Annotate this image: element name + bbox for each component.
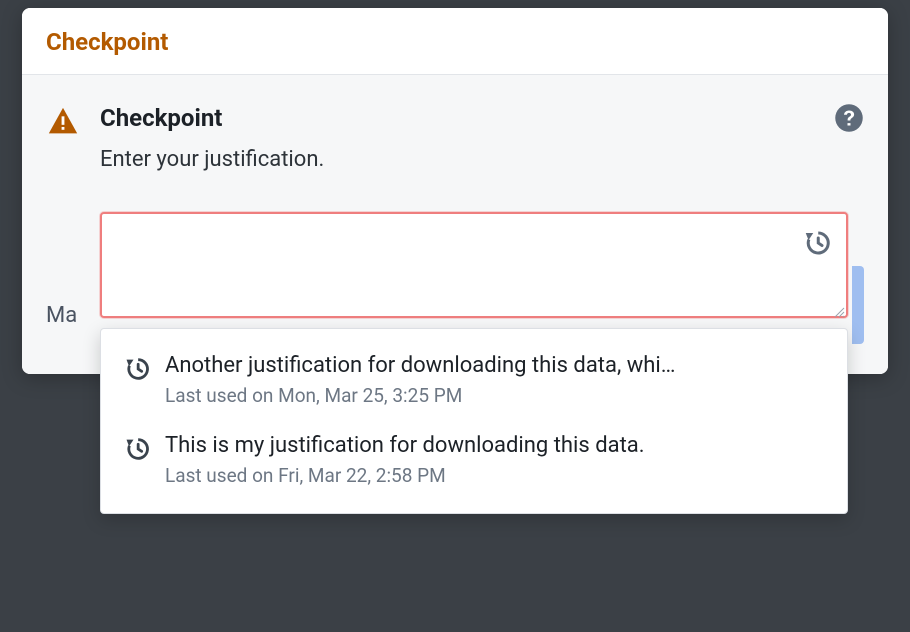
history-item-timestamp: Last used on Fri, Mar 22, 2:58 PM [165,464,825,487]
history-dropdown: Another justification for downloading th… [100,328,848,514]
justification-textarea-wrap [100,212,848,322]
obscured-label: Ma [46,303,77,328]
history-item-timestamp: Last used on Mon, Mar 25, 3:25 PM [165,384,825,407]
modal-title: Checkpoint [46,28,864,56]
justification-textarea[interactable] [100,212,848,318]
body-subtitle: Enter your justification. [100,147,864,172]
history-item-text: Another justification for downloading th… [165,353,825,378]
history-item[interactable]: Another justification for downloading th… [101,341,847,421]
warning-triangle-icon [46,105,80,139]
help-icon[interactable] [834,103,864,133]
modal-header: Checkpoint [22,8,888,75]
history-icon[interactable] [802,228,832,258]
history-icon [123,355,151,383]
submit-button[interactable] [852,266,864,344]
modal-body: Checkpoint Enter your justification. [22,75,888,374]
history-icon [123,435,151,463]
checkpoint-modal: Checkpoint Checkpoint Enter your justifi… [22,8,888,374]
history-item-text: This is my justification for downloading… [165,433,825,458]
history-item[interactable]: This is my justification for downloading… [101,421,847,501]
body-title: Checkpoint [100,104,222,132]
